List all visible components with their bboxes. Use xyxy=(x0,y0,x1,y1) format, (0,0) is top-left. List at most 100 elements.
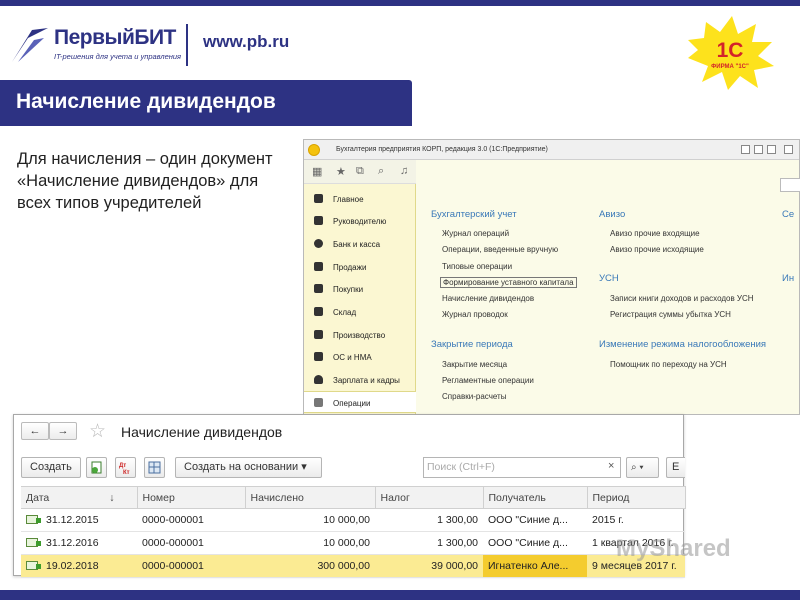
create-button[interactable]: Создать xyxy=(21,457,81,478)
svg-text:Кт: Кт xyxy=(123,470,130,476)
window-menu-button[interactable] xyxy=(741,145,750,154)
link-certificates[interactable]: Справки-расчеты xyxy=(442,392,506,401)
link-usn-transition[interactable]: Помощник по переходу на УСН xyxy=(610,360,727,369)
column-number[interactable]: Номер xyxy=(137,486,246,509)
group-cut-title-1: Се xyxy=(782,209,795,220)
1c-badge-sub: ФИРМА "1С" xyxy=(711,64,749,70)
group-usn-title: УСН xyxy=(599,273,619,284)
sort-arrow-icon: ↓ xyxy=(109,491,115,504)
table-row[interactable]: 31.12.2015 0000-000001 10 000,00 1 300,0… xyxy=(21,508,685,532)
app-window-title: Бухгалтерия предприятия КОРП, редакция 3… xyxy=(336,146,548,153)
link-aviso-outgoing[interactable]: Авизо прочие исходящие xyxy=(610,245,704,254)
posted-document-icon xyxy=(26,515,41,524)
menu-icon xyxy=(314,194,323,203)
person-icon xyxy=(314,375,323,384)
watermark: MyShared xyxy=(616,535,731,562)
operations-icon xyxy=(314,398,323,407)
sidebar-item-assets[interactable]: ОС и НМА xyxy=(304,346,416,368)
clear-search-icon[interactable]: × xyxy=(608,460,614,472)
link-postings-journal[interactable]: Журнал проводок xyxy=(442,310,508,319)
link-regular-operations[interactable]: Регламентные операции xyxy=(442,376,534,385)
link-aviso-incoming[interactable]: Авизо прочие входящие xyxy=(610,229,700,238)
history-icon[interactable]: ⧉ xyxy=(356,165,364,178)
column-tax[interactable]: Налог xyxy=(375,486,484,509)
cart-icon xyxy=(314,284,323,293)
table-row[interactable]: 31.12.2016 0000-000001 10 000,00 1 300,0… xyxy=(21,531,685,555)
slide-description: Для начисления – один документ «Начислен… xyxy=(17,150,273,212)
1c-badge-main: 1С xyxy=(717,39,744,62)
search-button[interactable]: ⌕ ▾ xyxy=(626,457,659,478)
sidebar-item-operations[interactable]: Операции xyxy=(304,391,416,413)
structure-icon[interactable] xyxy=(144,457,165,478)
link-usn-loss[interactable]: Регистрация суммы убытка УСН xyxy=(610,310,731,319)
link-month-close[interactable]: Закрытие месяца xyxy=(442,360,507,369)
app-titlebar: Бухгалтерия предприятия КОРП, редакция 3… xyxy=(304,140,799,160)
debit-credit-icon[interactable]: Дт Кт xyxy=(115,457,136,478)
sidebar-item-sales[interactable]: Продажи xyxy=(304,256,416,278)
bag-icon xyxy=(314,262,323,271)
coin-icon xyxy=(314,239,323,248)
back-button[interactable]: ← xyxy=(21,422,49,440)
documents-table: Дата ↓ Номер Начислено Налог Получатель П… xyxy=(21,486,686,578)
group-cut-title-2: Ин xyxy=(782,273,795,284)
print-icon[interactable] xyxy=(754,145,763,154)
column-date[interactable]: Дата ↓ xyxy=(21,486,138,509)
chevron-down-icon: ▾ xyxy=(639,462,644,473)
boxes-icon xyxy=(314,307,323,316)
sidebar-item-warehouse[interactable]: Склад xyxy=(304,301,416,323)
sidebar-item-purchases[interactable]: Покупки xyxy=(304,278,416,300)
section-search-input[interactable] xyxy=(780,178,800,192)
create-based-on-label: Создать на основании xyxy=(184,461,299,473)
dividend-list-form: ← → ☆ Начисление дивидендов Создать Дт Кт… xyxy=(13,414,686,578)
sidebar-item-payroll[interactable]: Зарплата и кадры xyxy=(304,369,416,391)
logo-subtitle: IT-решения для учета и управления xyxy=(54,52,182,61)
more-button[interactable]: Е xyxy=(666,457,685,478)
slide-title-bar: Начисление дивидендов xyxy=(0,80,412,126)
posted-document-icon xyxy=(26,561,41,570)
table-row-selected[interactable]: 19.02.2018 0000-000001 300 000,00 39 000… xyxy=(21,554,685,578)
chart-icon xyxy=(314,216,323,225)
table-header-row: Дата ↓ Номер Начислено Налог Получатель П… xyxy=(21,486,686,509)
link-typical-operations[interactable]: Типовые операции xyxy=(442,262,512,271)
sidebar-item-production[interactable]: Производство xyxy=(304,324,416,346)
forward-button[interactable]: → xyxy=(49,422,77,440)
sidebar-item-manager[interactable]: Руководителю xyxy=(304,210,416,232)
column-period[interactable]: Период xyxy=(587,486,686,509)
bell-icon[interactable]: ♫ xyxy=(400,165,408,177)
link-capital-formation[interactable]: Формирование уставного капитала xyxy=(440,277,577,288)
link-manual-operations[interactable]: Операции, введенные вручную xyxy=(442,245,558,254)
pervybit-logo: ПервыйБИТ IT-решения для учета и управле… xyxy=(10,22,200,70)
column-recipient[interactable]: Получатель xyxy=(483,486,588,509)
1c-app-icon xyxy=(308,144,320,156)
sidebar-item-bank[interactable]: Банк и касса xyxy=(304,233,416,255)
create-based-on-button[interactable]: Создать на основании ▾ xyxy=(175,457,322,478)
current-cell: Игнатенко Але... xyxy=(483,554,587,578)
truck-icon xyxy=(314,352,323,361)
link-dividend-accrual[interactable]: Начисление дивидендов xyxy=(442,294,534,303)
logo-text: ПервыйБИТ xyxy=(54,26,176,49)
minimize-button[interactable] xyxy=(767,145,776,154)
search-input[interactable]: Поиск (Ctrl+F) xyxy=(423,457,621,478)
copy-icon[interactable] xyxy=(86,457,107,478)
favorite-star-icon[interactable]: ☆ xyxy=(89,420,106,443)
search-icon[interactable]: ⌕ xyxy=(378,165,384,178)
chevron-down-icon: ▾ xyxy=(301,461,307,473)
close-button[interactable] xyxy=(784,145,793,154)
magnifier-icon: ⌕ xyxy=(631,462,637,473)
app-toolbar: ▦ ★ ⧉ ⌕ ♫ xyxy=(304,160,416,184)
link-operations-journal[interactable]: Журнал операций xyxy=(442,229,509,238)
column-accrued[interactable]: Начислено xyxy=(245,486,376,509)
group-aviso-title: Авизо xyxy=(599,209,626,220)
logo-swoosh-icon xyxy=(12,28,48,62)
svg-text:Дт: Дт xyxy=(119,463,126,469)
apps-grid-icon[interactable]: ▦ xyxy=(312,165,322,178)
form-title: Начисление дивидендов xyxy=(121,424,283,440)
sidebar-item-main[interactable]: Главное xyxy=(304,188,416,210)
link-usn-book[interactable]: Записи книги доходов и расходов УСН xyxy=(610,294,754,303)
1c-logo: 1С ФИРМА "1С" xyxy=(680,10,780,92)
bottom-band xyxy=(0,590,800,600)
favorites-star-icon[interactable]: ★ xyxy=(336,165,346,178)
group-tax-regime-title: Изменение режима налогообложения xyxy=(599,339,767,350)
website-url[interactable]: www.pb.ru xyxy=(203,32,289,52)
app-window: Бухгалтерия предприятия КОРП, редакция 3… xyxy=(303,139,800,416)
